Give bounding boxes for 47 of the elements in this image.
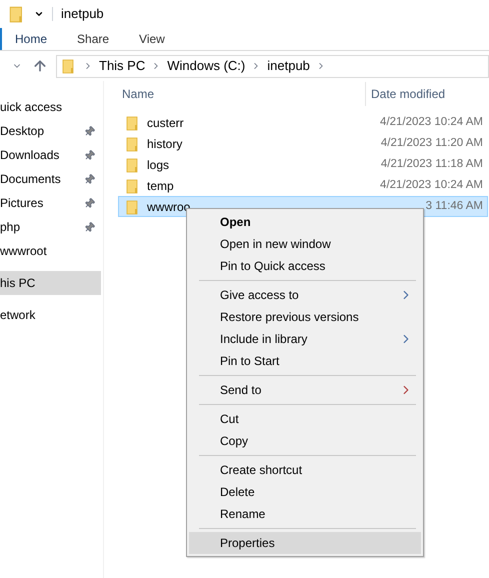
date-cell-text: 4/21/2023 11:18 AM xyxy=(380,156,483,172)
menu-item[interactable]: Restore previous versions xyxy=(189,306,421,328)
sidebar-item[interactable]: Desktop xyxy=(0,119,101,143)
breadcrumb-item[interactable]: This PC xyxy=(99,56,146,76)
date-cell-text: 4/21/2023 10:24 AM xyxy=(379,114,483,130)
file-row[interactable]: logs 4/21/2023 11:18 AM xyxy=(118,154,488,175)
file-name: logs xyxy=(147,156,170,174)
menu-item[interactable]: Send to xyxy=(189,379,421,401)
file-name: custerr xyxy=(147,114,184,132)
sidebar-item[interactable]: uick access xyxy=(0,95,101,119)
column-header[interactable]: Date modified xyxy=(366,85,446,103)
menu-item[interactable]: Create shortcut xyxy=(189,459,421,481)
menu-item[interactable]: Delete xyxy=(189,481,421,503)
date-cell-text: 4/21/2023 10:24 AM xyxy=(379,178,483,193)
date-cell-text: 3 11:46 AM xyxy=(424,198,483,214)
menu-item[interactable]: Pin to Start xyxy=(189,350,421,372)
menu-item[interactable]: Copy xyxy=(189,430,421,452)
file-name: history xyxy=(147,136,182,152)
file-row[interactable]: temp 4/21/2023 10:24 AM xyxy=(118,175,488,196)
menu-item[interactable]: Cut xyxy=(189,408,421,430)
file-name: wwwroo xyxy=(147,198,190,216)
file-row[interactable]: history 4/21/2023 11:20 AM xyxy=(118,133,488,154)
address-bar[interactable]: This PC Windows (C:) inetpub xyxy=(56,54,489,78)
menu-item[interactable]: Include in library xyxy=(189,328,421,350)
breadcrumb-item[interactable]: inetpub xyxy=(267,56,310,76)
sidebar-item[interactable]: wwwroot xyxy=(0,239,101,263)
file-name: temp xyxy=(147,178,174,194)
sidebar-item[interactable]: etwork xyxy=(0,303,101,327)
date-cell-text: 4/21/2023 11:20 AM xyxy=(380,136,483,151)
ribbon-tab[interactable]: Share xyxy=(62,28,124,50)
menu-item[interactable]: Properties xyxy=(189,532,421,554)
quick-access-dropdown-icon[interactable] xyxy=(34,9,44,19)
sidebar-item[interactable]: Downloads xyxy=(0,143,101,167)
breadcrumb-item[interactable]: Windows (C:) xyxy=(167,56,246,76)
column-header[interactable]: Name xyxy=(104,85,365,103)
menu-item[interactable]: Open in new window xyxy=(189,233,421,255)
file-row[interactable]: custerr 4/21/2023 10:24 AM xyxy=(118,112,488,133)
ribbon-tab[interactable]: View xyxy=(124,28,180,50)
up-arrow-icon[interactable] xyxy=(32,58,48,74)
window-title: inetpub xyxy=(61,5,104,24)
sidebar-item[interactable]: his PC xyxy=(0,271,101,295)
menu-item[interactable]: Pin to Quick access xyxy=(189,255,421,277)
menu-item[interactable]: Rename xyxy=(189,503,421,525)
sidebar-item[interactable]: Pictures xyxy=(0,191,101,215)
menu-item[interactable]: Give access to xyxy=(189,284,421,306)
sidebar-item[interactable]: Documents xyxy=(0,167,101,191)
sidebar-item[interactable]: php xyxy=(0,215,101,239)
